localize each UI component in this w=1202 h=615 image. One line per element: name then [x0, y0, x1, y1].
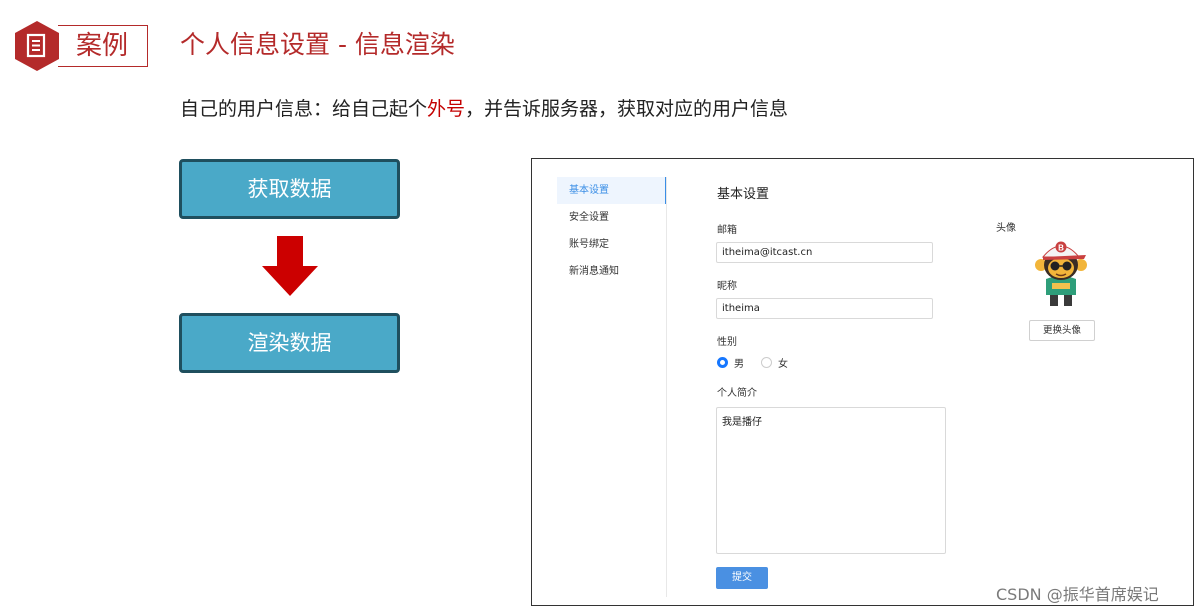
- bio-textarea[interactable]: 我是播仔: [716, 407, 946, 554]
- subtitle-highlight: 外号: [427, 98, 466, 120]
- nav-item-basic[interactable]: 基本设置: [557, 177, 667, 204]
- avatar-label: 头像: [996, 223, 1016, 234]
- change-avatar-button[interactable]: 更换头像: [1029, 320, 1095, 341]
- nickname-label: 昵称: [717, 281, 737, 292]
- radio-checked-icon[interactable]: [717, 357, 728, 368]
- gender-label: 性别: [717, 337, 737, 348]
- gender-male-label: 男: [734, 359, 744, 370]
- case-hex-icon: [15, 21, 59, 71]
- subtitle: 自己的用户信息：给自己起个外号，并告诉服务器，获取对应的用户信息: [180, 95, 788, 123]
- gender-radio-group: 男 女: [717, 355, 805, 370]
- gender-option-male[interactable]: 男: [717, 355, 744, 370]
- subtitle-suffix: ，并告诉服务器，获取对应的用户信息: [465, 98, 789, 120]
- nav-divider: [666, 177, 667, 597]
- settings-nav: 基本设置 安全设置 账号绑定 新消息通知: [557, 177, 667, 285]
- flow-step-fetch: 获取数据: [179, 159, 400, 219]
- flow-step-render: 渲染数据: [179, 313, 400, 373]
- gender-option-female[interactable]: 女: [761, 355, 788, 370]
- down-arrow-icon: [262, 236, 318, 296]
- avatar-monkey-image: B: [1035, 241, 1087, 306]
- nav-item-binding[interactable]: 账号绑定: [557, 231, 667, 258]
- bio-label: 个人简介: [717, 388, 757, 399]
- submit-button[interactable]: 提交: [716, 567, 768, 589]
- nickname-field[interactable]: itheima: [716, 298, 933, 319]
- email-field[interactable]: itheima@itcast.cn: [716, 242, 933, 263]
- svg-text:B: B: [1058, 244, 1064, 253]
- form-title: 基本设置: [717, 187, 770, 202]
- settings-screenshot: 基本设置 安全设置 账号绑定 新消息通知 基本设置 邮箱 itheima@itc…: [531, 158, 1194, 606]
- radio-unchecked-icon[interactable]: [761, 357, 772, 368]
- nav-item-notifications[interactable]: 新消息通知: [557, 258, 667, 285]
- gender-female-label: 女: [778, 359, 788, 370]
- subtitle-prefix: 自己的用户信息：给自己起个: [180, 98, 428, 120]
- nav-item-security[interactable]: 安全设置: [557, 204, 667, 231]
- case-label: 案例: [58, 25, 148, 67]
- csdn-watermark: CSDN @振华首席娱记: [996, 585, 1159, 604]
- page-title: 个人信息设置 - 信息渲染: [180, 30, 455, 59]
- email-label: 邮箱: [717, 225, 737, 236]
